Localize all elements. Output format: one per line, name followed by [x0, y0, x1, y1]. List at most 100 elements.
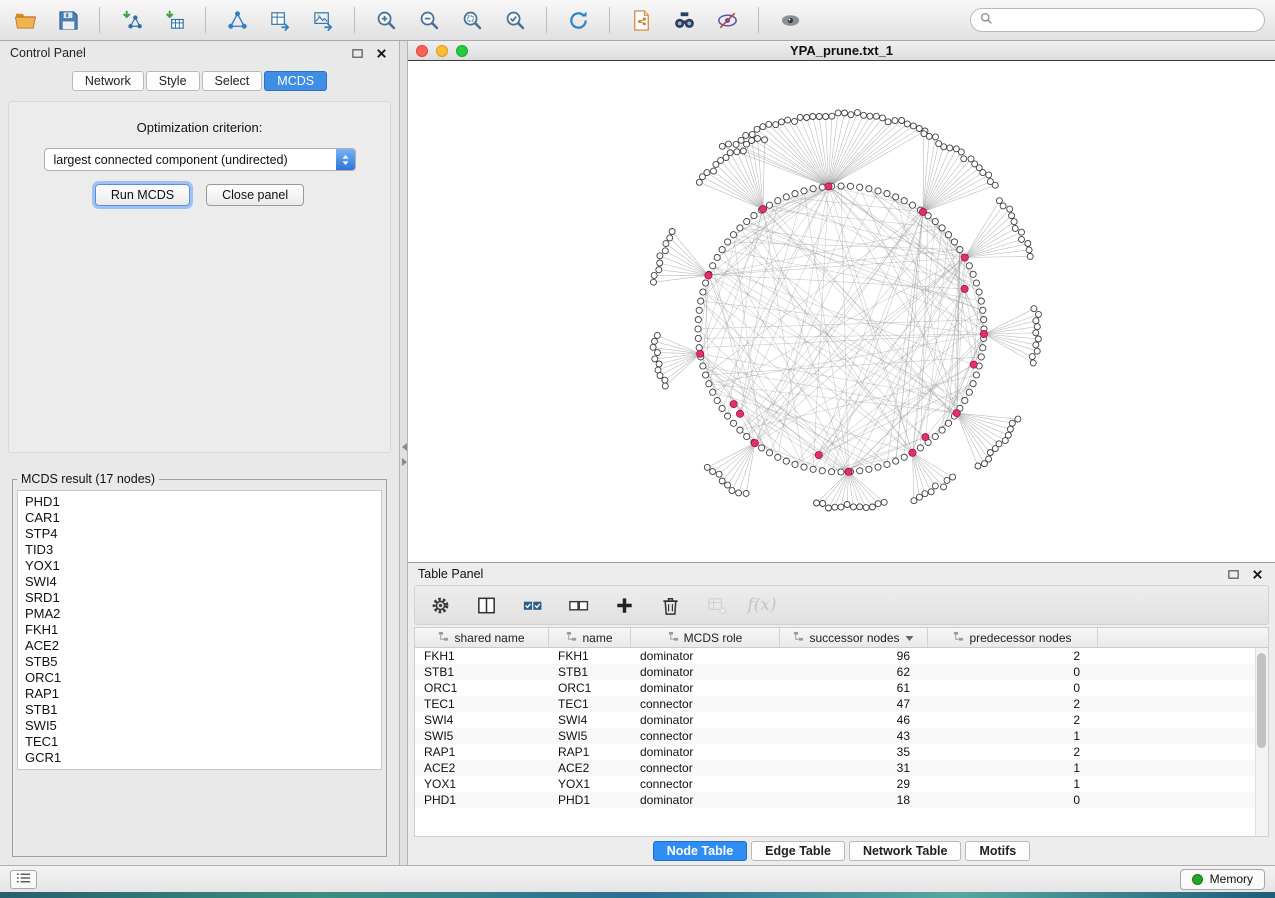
refresh-layout-icon[interactable]: [563, 5, 593, 35]
optimization-criterion-dropdown[interactable]: largest connected component (undirected): [44, 148, 356, 171]
unselect-all-icon[interactable]: [563, 590, 593, 620]
memory-button[interactable]: Memory: [1180, 869, 1265, 890]
table-cell: 0: [928, 793, 1098, 807]
mcds-result-item[interactable]: PHD1: [25, 494, 374, 510]
table-row[interactable]: YOX1YOX1connector291: [415, 776, 1268, 792]
table-cell: 96: [780, 649, 928, 663]
mcds-result-item[interactable]: RAP1: [25, 686, 374, 702]
tab-edge-table[interactable]: Edge Table: [751, 841, 845, 861]
mcds-result-item[interactable]: SWI4: [25, 574, 374, 590]
share-document-icon[interactable]: [626, 5, 656, 35]
mcds-result-item[interactable]: TID3: [25, 542, 374, 558]
network-graph[interactable]: [408, 61, 1275, 562]
tab-motifs[interactable]: Motifs: [965, 841, 1030, 861]
close-panel-icon[interactable]: [373, 45, 389, 61]
import-network-file-icon[interactable]: [116, 5, 146, 35]
mcds-result-item[interactable]: YOX1: [25, 558, 374, 574]
mcds-result-item[interactable]: FKH1: [25, 622, 374, 638]
show-hide-details-icon[interactable]: [775, 5, 805, 35]
run-mcds-button[interactable]: Run MCDS: [95, 184, 190, 206]
tab-select[interactable]: Select: [202, 71, 263, 91]
table-cell: ACE2: [549, 761, 631, 775]
mcds-result-item[interactable]: SWI5: [25, 718, 374, 734]
mcds-result-title: MCDS result (17 nodes): [17, 472, 159, 486]
collapse-left-icon[interactable]: [402, 443, 407, 451]
column-header-shared-name[interactable]: shared name: [415, 628, 549, 647]
table-row[interactable]: PHD1PHD1dominator180: [415, 792, 1268, 808]
mcds-result-item[interactable]: STB5: [25, 654, 374, 670]
mcds-result-item[interactable]: GCR1: [25, 750, 374, 766]
float-table-panel-icon[interactable]: [1225, 566, 1241, 582]
tab-style[interactable]: Style: [146, 71, 200, 91]
collapse-right-icon[interactable]: [402, 458, 407, 466]
add-column-icon[interactable]: [609, 590, 639, 620]
window-minimize-button[interactable]: [436, 45, 448, 57]
tab-mcds[interactable]: MCDS: [264, 71, 327, 91]
search-input[interactable]: [999, 12, 1255, 28]
table-row[interactable]: SWI4SWI4dominator462: [415, 712, 1268, 728]
window-zoom-button[interactable]: [456, 45, 468, 57]
column-label: name: [582, 631, 612, 645]
table-cell: 1: [928, 761, 1098, 775]
close-table-panel-icon[interactable]: [1249, 566, 1265, 582]
column-header-successor-nodes[interactable]: successor nodes: [780, 628, 928, 647]
toolbar-separator: [99, 7, 100, 33]
network-canvas[interactable]: [408, 61, 1275, 562]
float-panel-icon[interactable]: [349, 45, 365, 61]
table-row[interactable]: STB1STB1dominator620: [415, 664, 1268, 680]
mcds-result-item[interactable]: STP4: [25, 526, 374, 542]
sort-icon: [953, 631, 964, 645]
mcds-result-item[interactable]: SRD1: [25, 590, 374, 606]
mcds-result-item[interactable]: ACE2: [25, 638, 374, 654]
export-table-icon[interactable]: [265, 5, 295, 35]
tab-node-table[interactable]: Node Table: [653, 841, 747, 861]
search-box[interactable]: [970, 8, 1265, 32]
import-table-file-icon[interactable]: [159, 5, 189, 35]
window-close-button[interactable]: [416, 45, 428, 57]
zoom-fit-icon[interactable]: [457, 5, 487, 35]
close-panel-button[interactable]: Close panel: [206, 184, 304, 206]
save-session-icon[interactable]: [53, 5, 83, 35]
mcds-result-item[interactable]: CAR1: [25, 510, 374, 526]
mcds-result-item[interactable]: STB1: [25, 702, 374, 718]
show-columns-icon[interactable]: [471, 590, 501, 620]
splitter-collapse-icons[interactable]: [401, 443, 407, 466]
table-row[interactable]: FKH1FKH1dominator962: [415, 648, 1268, 664]
column-header-predecessor-nodes[interactable]: predecessor nodes: [928, 628, 1098, 647]
mcds-result-item[interactable]: ORC1: [25, 670, 374, 686]
column-settings-icon[interactable]: [425, 590, 455, 620]
tab-network[interactable]: Network: [72, 71, 144, 91]
mcds-result-item[interactable]: PMA2: [25, 606, 374, 622]
find-icon[interactable]: [669, 5, 699, 35]
table-toolbar: f(x): [414, 585, 1269, 625]
column-header-name[interactable]: name: [549, 628, 631, 647]
task-history-button[interactable]: [10, 870, 37, 889]
table-row[interactable]: ACE2ACE2connector311: [415, 760, 1268, 776]
table-scrollbar[interactable]: [1255, 648, 1268, 836]
scrollbar-thumb[interactable]: [1257, 653, 1266, 748]
panel-splitter[interactable]: [400, 41, 408, 865]
import-table-disabled-icon: [701, 590, 731, 620]
table-row[interactable]: TEC1TEC1connector472: [415, 696, 1268, 712]
zoom-in-icon[interactable]: [371, 5, 401, 35]
column-header-mcds-role[interactable]: MCDS role: [631, 628, 780, 647]
open-session-icon[interactable]: [10, 5, 40, 35]
tab-network-table[interactable]: Network Table: [849, 841, 962, 861]
mcds-result-item[interactable]: TEC1: [25, 734, 374, 750]
select-all-icon[interactable]: [517, 590, 547, 620]
table-cell: SWI4: [415, 713, 549, 727]
zoom-out-icon[interactable]: [414, 5, 444, 35]
export-image-icon[interactable]: [308, 5, 338, 35]
table-row[interactable]: RAP1RAP1dominator352: [415, 744, 1268, 760]
delete-selected-icon[interactable]: [655, 590, 685, 620]
column-dropdown-icon[interactable]: [905, 631, 914, 645]
table-cell: TEC1: [415, 697, 549, 711]
export-network-icon[interactable]: [222, 5, 252, 35]
zoom-selected-icon[interactable]: [500, 5, 530, 35]
table-cell: 2: [928, 745, 1098, 759]
table-row[interactable]: SWI5SWI5connector431: [415, 728, 1268, 744]
graphics-details-icon[interactable]: [712, 5, 742, 35]
table-row[interactable]: ORC1ORC1dominator610: [415, 680, 1268, 696]
optimization-criterion-label: Optimization criterion:: [137, 120, 263, 135]
column-label: predecessor nodes: [969, 631, 1071, 645]
